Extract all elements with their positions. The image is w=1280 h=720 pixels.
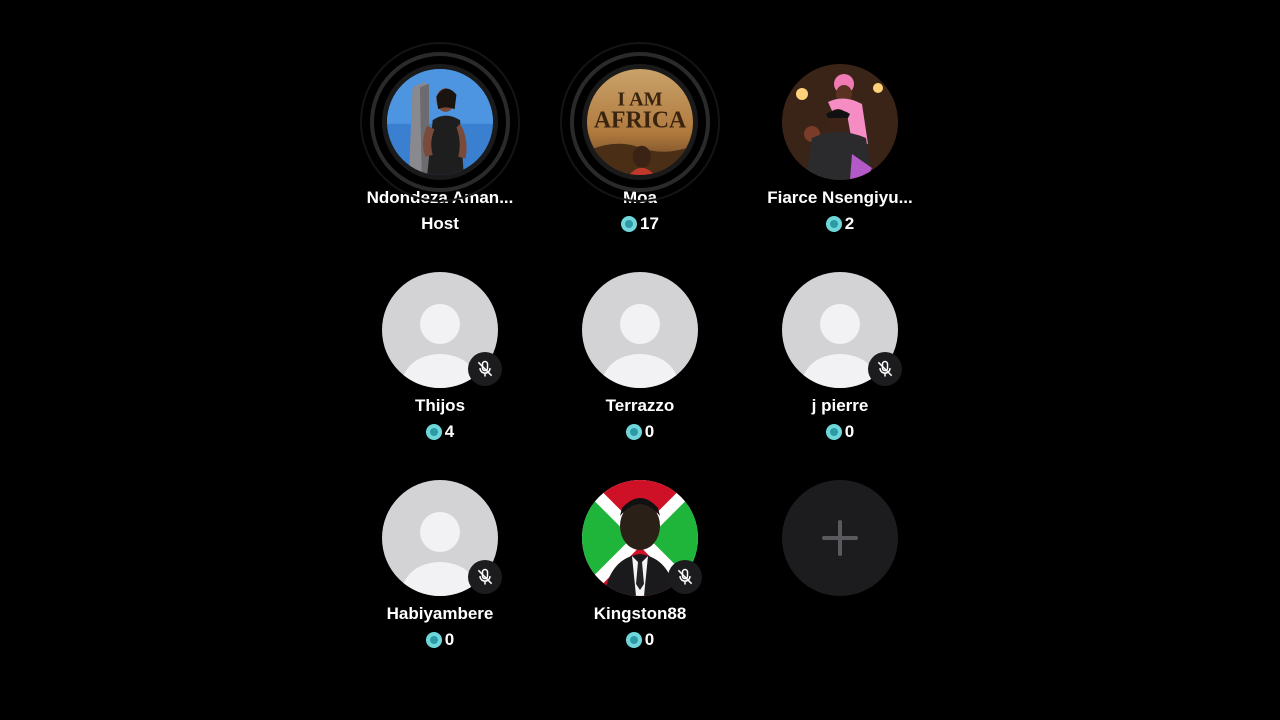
avatar[interactable]	[782, 64, 898, 180]
participant-slot-jpierre[interactable]: j pierre 0	[740, 272, 940, 442]
add-participant-slot[interactable]	[740, 480, 940, 596]
coin-icon	[621, 216, 638, 232]
coin-count-value: 4	[444, 422, 455, 441]
coin-icon	[425, 632, 442, 648]
participant-name: Habiyambere	[386, 604, 494, 623]
muted-badge	[868, 352, 902, 386]
avatar-photo-couple	[782, 64, 898, 180]
coin-count-value: 2	[844, 214, 855, 233]
coin-icon	[625, 424, 642, 440]
coin-count: 0	[740, 422, 940, 442]
mic-off-icon	[677, 568, 693, 585]
default-avatar-icon	[582, 272, 698, 388]
participant-name: Terrazzo	[605, 396, 675, 415]
participant-slot-thijos[interactable]: Thijos 4	[340, 272, 540, 442]
participant-name: Kingston88	[593, 604, 687, 623]
coin-count-value: 0	[444, 630, 455, 649]
coin-icon	[825, 424, 842, 440]
avatar[interactable]	[582, 272, 698, 388]
coin-icon	[825, 216, 842, 232]
muted-badge	[468, 560, 502, 594]
muted-badge	[668, 560, 702, 594]
host-label: Host	[421, 214, 459, 233]
participant-slot-moa[interactable]: I AM AFRICA Moa 17	[540, 42, 740, 234]
avatar[interactable]	[382, 64, 498, 180]
mic-off-icon	[477, 568, 493, 585]
participant-slot-ndondeza[interactable]: Ndondeza Aman... Host	[340, 42, 540, 234]
participant-grid: Ndondeza Aman... Host I AM AFRICA Moa 17…	[340, 0, 940, 720]
participant-slot-habiyambere[interactable]: Habiyambere 0	[340, 480, 540, 650]
coin-count-value: 0	[844, 422, 855, 441]
coin-count: 17	[540, 214, 740, 234]
coin-icon	[625, 632, 642, 648]
participant-name: Thijos	[414, 396, 466, 415]
participant-slot-terrazzo[interactable]: Terrazzo 0	[540, 272, 740, 442]
coin-count: 0	[540, 422, 740, 442]
avatar[interactable]: I AM AFRICA	[582, 64, 698, 180]
coin-count-value: 0	[644, 422, 655, 441]
participant-slot-kingston88[interactable]: Kingston88 0	[540, 480, 740, 650]
coin-icon	[425, 424, 442, 440]
coin-count: 0	[540, 630, 740, 650]
avatar-poster: I AM AFRICA	[587, 69, 693, 175]
avatar-photo-woman	[387, 69, 493, 175]
mic-off-icon	[477, 360, 493, 377]
coin-count: 0	[340, 630, 540, 650]
poster-text-line2: AFRICA	[594, 107, 686, 133]
participant-name: Fiarce Nsengiyu...	[767, 188, 913, 207]
mic-off-icon	[877, 360, 893, 377]
participant-slot-fiarce[interactable]: Fiarce Nsengiyu... 2	[740, 64, 940, 234]
muted-badge	[468, 352, 502, 386]
coin-count: 2	[740, 214, 940, 234]
coin-count-value: 0	[644, 630, 655, 649]
add-participant-button[interactable]	[782, 480, 898, 596]
coin-count: 4	[340, 422, 540, 442]
coin-count-value: 17	[640, 214, 659, 233]
plus-icon	[822, 520, 858, 556]
participant-name: j pierre	[811, 396, 869, 415]
